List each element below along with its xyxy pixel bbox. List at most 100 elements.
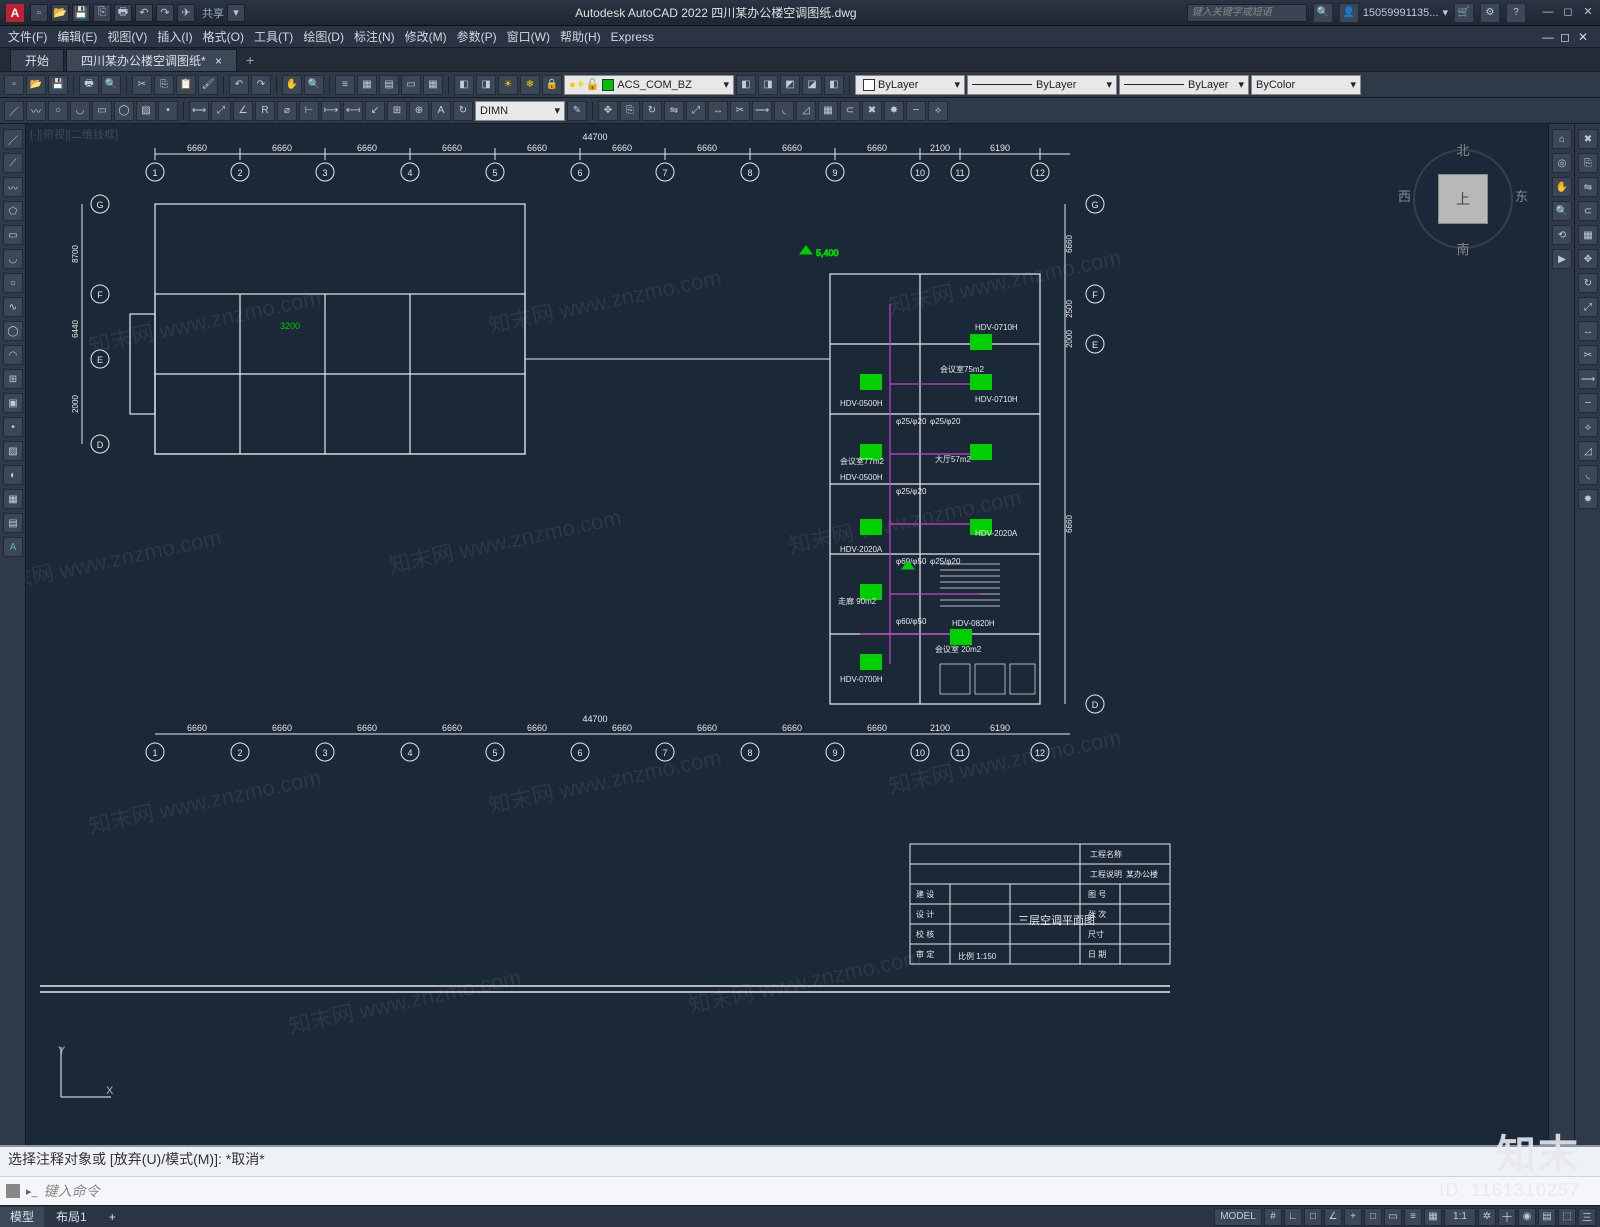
- lineweight-combo[interactable]: ByLayer ▾: [1119, 75, 1249, 95]
- status-otrack-icon[interactable]: ▭: [1384, 1208, 1402, 1226]
- command-input[interactable]: ▸_ 键入命令: [0, 1177, 1600, 1205]
- status-custom-icon[interactable]: 三: [1578, 1208, 1596, 1226]
- mod-move2-icon[interactable]: ✥: [1578, 249, 1598, 269]
- maximize-button[interactable]: ◻: [1560, 6, 1576, 20]
- mod-stretch2-icon[interactable]: ↔: [1578, 321, 1598, 341]
- mod-fillet2-icon[interactable]: ◟: [1578, 465, 1598, 485]
- mod-erase-icon[interactable]: ✖: [862, 101, 882, 121]
- mod-erase2-icon[interactable]: ✖: [1578, 129, 1598, 149]
- tb-copy-icon[interactable]: ⎘: [154, 75, 174, 95]
- dim-center-icon[interactable]: ⊕: [409, 101, 429, 121]
- dim-base-icon[interactable]: ⟻: [343, 101, 363, 121]
- ucs-icon[interactable]: X Y: [56, 1042, 116, 1105]
- mod-break-icon[interactable]: ╌: [906, 101, 926, 121]
- draw-hatch2-icon[interactable]: ▨: [3, 441, 23, 461]
- viewcube-east[interactable]: 东: [1515, 186, 1528, 205]
- user-account[interactable]: 👤 15059991135... ▾: [1339, 3, 1448, 23]
- layout-add-button[interactable]: +: [99, 1207, 119, 1227]
- draw-arc-icon[interactable]: ◡: [70, 101, 90, 121]
- draw-circle2-icon[interactable]: ○: [3, 273, 23, 293]
- tb-layer-freeze-icon[interactable]: ❄: [520, 75, 540, 95]
- dim-aligned-icon[interactable]: ⤢: [211, 101, 231, 121]
- draw-line-icon[interactable]: ／: [4, 101, 24, 121]
- tab-drawing[interactable]: 四川某办公楼空调图纸* ×: [66, 49, 237, 71]
- tb-layer-lock-icon[interactable]: 🔒: [542, 75, 562, 95]
- tab-new-button[interactable]: +: [239, 49, 261, 71]
- mod-extend-icon[interactable]: ⟶: [752, 101, 772, 121]
- draw-xline-icon[interactable]: ⟋: [3, 153, 23, 173]
- tb-pan-icon[interactable]: ✋: [282, 75, 302, 95]
- mod-scale2-icon[interactable]: ⤢: [1578, 297, 1598, 317]
- plotstyle-combo[interactable]: ByColor ▾: [1251, 75, 1361, 95]
- viewcube[interactable]: 上 北 南 西 东: [1408, 144, 1518, 254]
- qat-share-label[interactable]: 共享: [202, 5, 224, 21]
- qat-new-icon[interactable]: ▫: [30, 4, 48, 22]
- status-polar-icon[interactable]: ∠: [1324, 1208, 1342, 1226]
- mod-rotate-icon[interactable]: ↻: [642, 101, 662, 121]
- status-isolate-icon[interactable]: ▤: [1538, 1208, 1556, 1226]
- qat-redo-icon[interactable]: ↷: [156, 4, 174, 22]
- viewcube-west[interactable]: 西: [1398, 186, 1411, 205]
- mod-join-icon[interactable]: ⟡: [928, 101, 948, 121]
- status-osnap-icon[interactable]: +: [1344, 1208, 1362, 1226]
- tb-layer-merge-icon[interactable]: ◧: [824, 75, 844, 95]
- mod-explode-icon[interactable]: ✸: [884, 101, 904, 121]
- dim-leader-icon[interactable]: ↙: [365, 101, 385, 121]
- tb-print-icon[interactable]: 🖶: [79, 75, 99, 95]
- help-search-input[interactable]: 键入关键字或短语: [1187, 4, 1307, 22]
- tb-preview-icon[interactable]: 🔍: [101, 75, 121, 95]
- draw-ellipse-icon[interactable]: ◯: [114, 101, 134, 121]
- qat-open-icon[interactable]: 📂: [51, 4, 69, 22]
- dim-linear-icon[interactable]: ⟷: [189, 101, 209, 121]
- draw-arc2-icon[interactable]: ◡: [3, 249, 23, 269]
- status-annoscale-icon[interactable]: 1:1: [1444, 1208, 1476, 1226]
- dim-radius-icon[interactable]: R: [255, 101, 275, 121]
- draw-ellarc-icon[interactable]: ◠: [3, 345, 23, 365]
- doc-minimize-icon[interactable]: —: [1542, 30, 1556, 44]
- qat-share-icon[interactable]: ✈: [177, 4, 195, 22]
- cart-icon[interactable]: 🛒: [1454, 3, 1474, 23]
- draw-line-icon[interactable]: ／: [3, 129, 23, 149]
- mod-scale-icon[interactable]: ⤢: [686, 101, 706, 121]
- qat-saveas-icon[interactable]: ⎘: [93, 4, 111, 22]
- status-transparency-icon[interactable]: ▦: [1424, 1208, 1442, 1226]
- tb-paste-icon[interactable]: 📋: [176, 75, 196, 95]
- color-combo[interactable]: ByLayer ▾: [855, 75, 965, 95]
- mod-trim-icon[interactable]: ✂: [730, 101, 750, 121]
- menu-window[interactable]: 窗口(W): [507, 28, 550, 45]
- mod-array-icon[interactable]: ▦: [818, 101, 838, 121]
- tb-calc-icon[interactable]: ▦: [423, 75, 443, 95]
- nav-showmotion-icon[interactable]: ▶: [1552, 249, 1572, 269]
- app-switch-icon[interactable]: ⚙: [1480, 3, 1500, 23]
- draw-polygon-icon[interactable]: ⬠: [3, 201, 23, 221]
- mod-chamfer2-icon[interactable]: ◿: [1578, 441, 1598, 461]
- mod-chamfer-icon[interactable]: ◿: [796, 101, 816, 121]
- dim-update-icon[interactable]: ↻: [453, 101, 473, 121]
- tb-layer-prev-icon[interactable]: ◧: [736, 75, 756, 95]
- tb-open-icon[interactable]: 📂: [26, 75, 46, 95]
- tb-layer-walk-icon[interactable]: ◪: [802, 75, 822, 95]
- draw-circle-icon[interactable]: ○: [48, 101, 68, 121]
- mod-extend2-icon[interactable]: ⟶: [1578, 369, 1598, 389]
- mod-rotate2-icon[interactable]: ↻: [1578, 273, 1598, 293]
- status-lwt-icon[interactable]: ≡: [1404, 1208, 1422, 1226]
- drawing-canvas[interactable]: [-][俯视][二维线框] 知末网 www.znzmo.com 知末网 www.…: [26, 124, 1548, 1145]
- dim-tol-icon[interactable]: ⊞: [387, 101, 407, 121]
- tb-redo-icon[interactable]: ↷: [251, 75, 271, 95]
- status-ortho-icon[interactable]: □: [1304, 1208, 1322, 1226]
- dim-ord-icon[interactable]: ⊢: [299, 101, 319, 121]
- draw-block-icon[interactable]: ▣: [3, 393, 23, 413]
- mod-break2-icon[interactable]: ╌: [1578, 393, 1598, 413]
- model-tab[interactable]: 模型: [0, 1207, 44, 1227]
- draw-pline-icon[interactable]: 〰: [26, 101, 46, 121]
- menu-insert[interactable]: 插入(I): [157, 28, 192, 45]
- tb-design-icon[interactable]: ▦: [357, 75, 377, 95]
- tb-cut-icon[interactable]: ✂: [132, 75, 152, 95]
- menu-tools[interactable]: 工具(T): [254, 28, 293, 45]
- close-button[interactable]: ✕: [1580, 6, 1596, 20]
- status-annovisibility-icon[interactable]: ✲: [1478, 1208, 1496, 1226]
- mod-copy-icon[interactable]: ⎘: [620, 101, 640, 121]
- nav-pan-icon[interactable]: ✋: [1552, 177, 1572, 197]
- nav-home-icon[interactable]: ⌂: [1552, 129, 1572, 149]
- status-snap-icon[interactable]: ∟: [1284, 1208, 1302, 1226]
